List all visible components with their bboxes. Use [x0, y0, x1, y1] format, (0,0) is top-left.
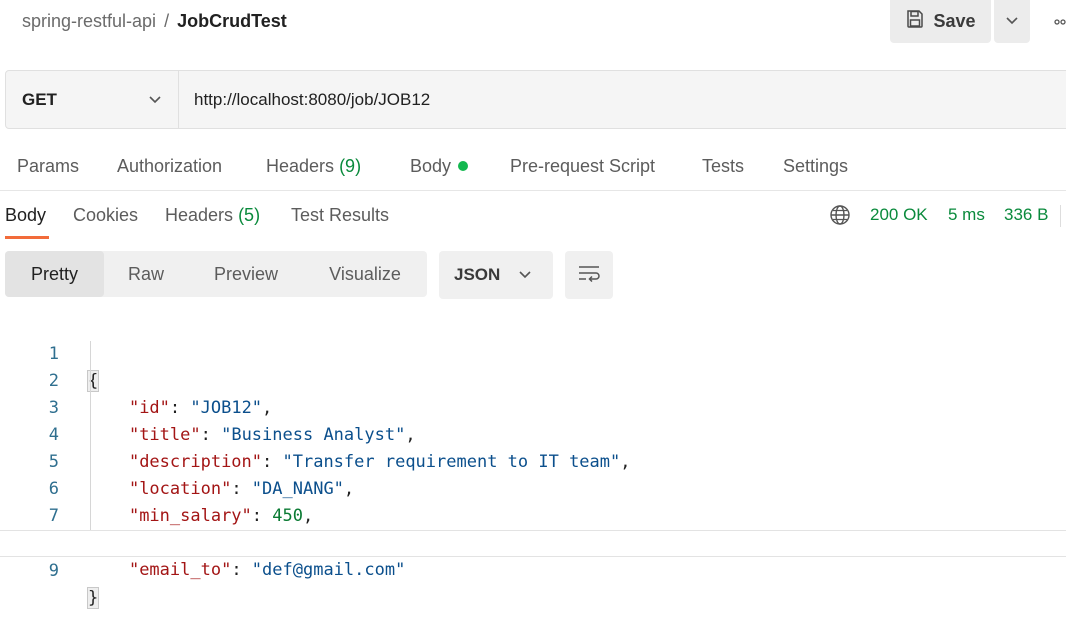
code-line: 3 "title": "Business Analyst", — [0, 368, 1066, 445]
url-bar: GET — [5, 70, 1066, 129]
mode-raw[interactable]: Raw — [110, 251, 182, 297]
tab-body[interactable]: Body — [410, 152, 469, 180]
close-brace: } — [86, 587, 100, 609]
code-line: 1 { — [0, 314, 1066, 392]
method-select[interactable]: GET — [6, 71, 179, 128]
more-options-icon[interactable] — [1054, 14, 1066, 28]
chevron-down-icon — [1005, 13, 1019, 31]
active-tab-underline — [5, 236, 49, 239]
line-number: 9 — [48, 561, 59, 581]
divider — [0, 190, 1066, 191]
code-line: 2 "id": "JOB12", — [0, 341, 1066, 418]
response-headers-count: (5) — [238, 205, 261, 225]
status-code[interactable]: 200 OK — [870, 203, 928, 227]
save-button[interactable]: Save — [890, 0, 991, 43]
breadcrumb-separator: / — [164, 11, 170, 31]
tab-pre-request-script[interactable]: Pre-request Script — [510, 152, 655, 180]
json-key: "email_to" — [128, 560, 232, 580]
body-indicator-dot — [458, 161, 469, 171]
url-input[interactable] — [194, 71, 1044, 128]
breadcrumb: spring-restful-api / JobCrudTest — [22, 8, 287, 34]
save-label: Save — [933, 11, 976, 31]
chevron-down-icon — [518, 265, 532, 285]
code-line: 8 "email_to": "def@gmail.com" — [0, 503, 1066, 580]
json-value: "def@gmail.com" — [251, 560, 406, 580]
mode-preview[interactable]: Preview — [198, 251, 294, 297]
format-label: JSON — [454, 265, 501, 284]
tab-params[interactable]: Params — [17, 152, 79, 180]
wrap-lines-icon — [577, 264, 601, 287]
chevron-down-icon — [148, 90, 162, 110]
tab-headers[interactable]: Headers (9) — [266, 152, 361, 180]
response-tab-test-results[interactable]: Test Results — [291, 203, 389, 227]
request-tabs: Params Authorization Headers (9) Body Pr… — [0, 152, 1066, 180]
response-tab-body[interactable]: Body — [5, 203, 46, 227]
code-line: 7 "max_salary": 2200, — [0, 476, 1066, 553]
format-select[interactable]: JSON — [439, 251, 553, 299]
code-line: 6 "min_salary": 450, — [0, 449, 1066, 526]
mode-pretty[interactable]: Pretty — [5, 251, 104, 297]
code-line: 5 "location": "DA_NANG", — [0, 422, 1066, 499]
code-line-current: 9 } — [0, 530, 1066, 609]
request-title[interactable]: JobCrudTest — [177, 11, 287, 31]
save-icon — [905, 9, 925, 34]
save-options-button[interactable] — [994, 0, 1030, 43]
method-label: GET — [22, 89, 57, 109]
headers-count: (9) — [339, 156, 362, 176]
indent-guide — [90, 341, 91, 530]
view-mode-group: Pretty Raw Preview Visualize — [5, 251, 427, 297]
response-tab-headers[interactable]: Headers (5) — [165, 203, 260, 227]
mode-visualize[interactable]: Visualize — [315, 251, 415, 297]
response-body-editor[interactable]: 1 { 2 "id": "JOB12", 3 "title": "Busines… — [0, 314, 1066, 609]
code-line: 4 "description": "Transfer requirement t… — [0, 395, 1066, 472]
response-time[interactable]: 5 ms — [948, 203, 985, 227]
response-size[interactable]: 336 B — [1004, 203, 1048, 227]
response-tab-cookies[interactable]: Cookies — [73, 203, 138, 227]
wrap-lines-button[interactable] — [565, 251, 613, 299]
tab-tests[interactable]: Tests — [702, 152, 744, 180]
breadcrumb-collection[interactable]: spring-restful-api — [22, 11, 156, 31]
separator — [1060, 205, 1061, 227]
tab-authorization[interactable]: Authorization — [117, 152, 222, 180]
globe-icon[interactable] — [829, 204, 851, 231]
tab-settings[interactable]: Settings — [783, 152, 848, 180]
